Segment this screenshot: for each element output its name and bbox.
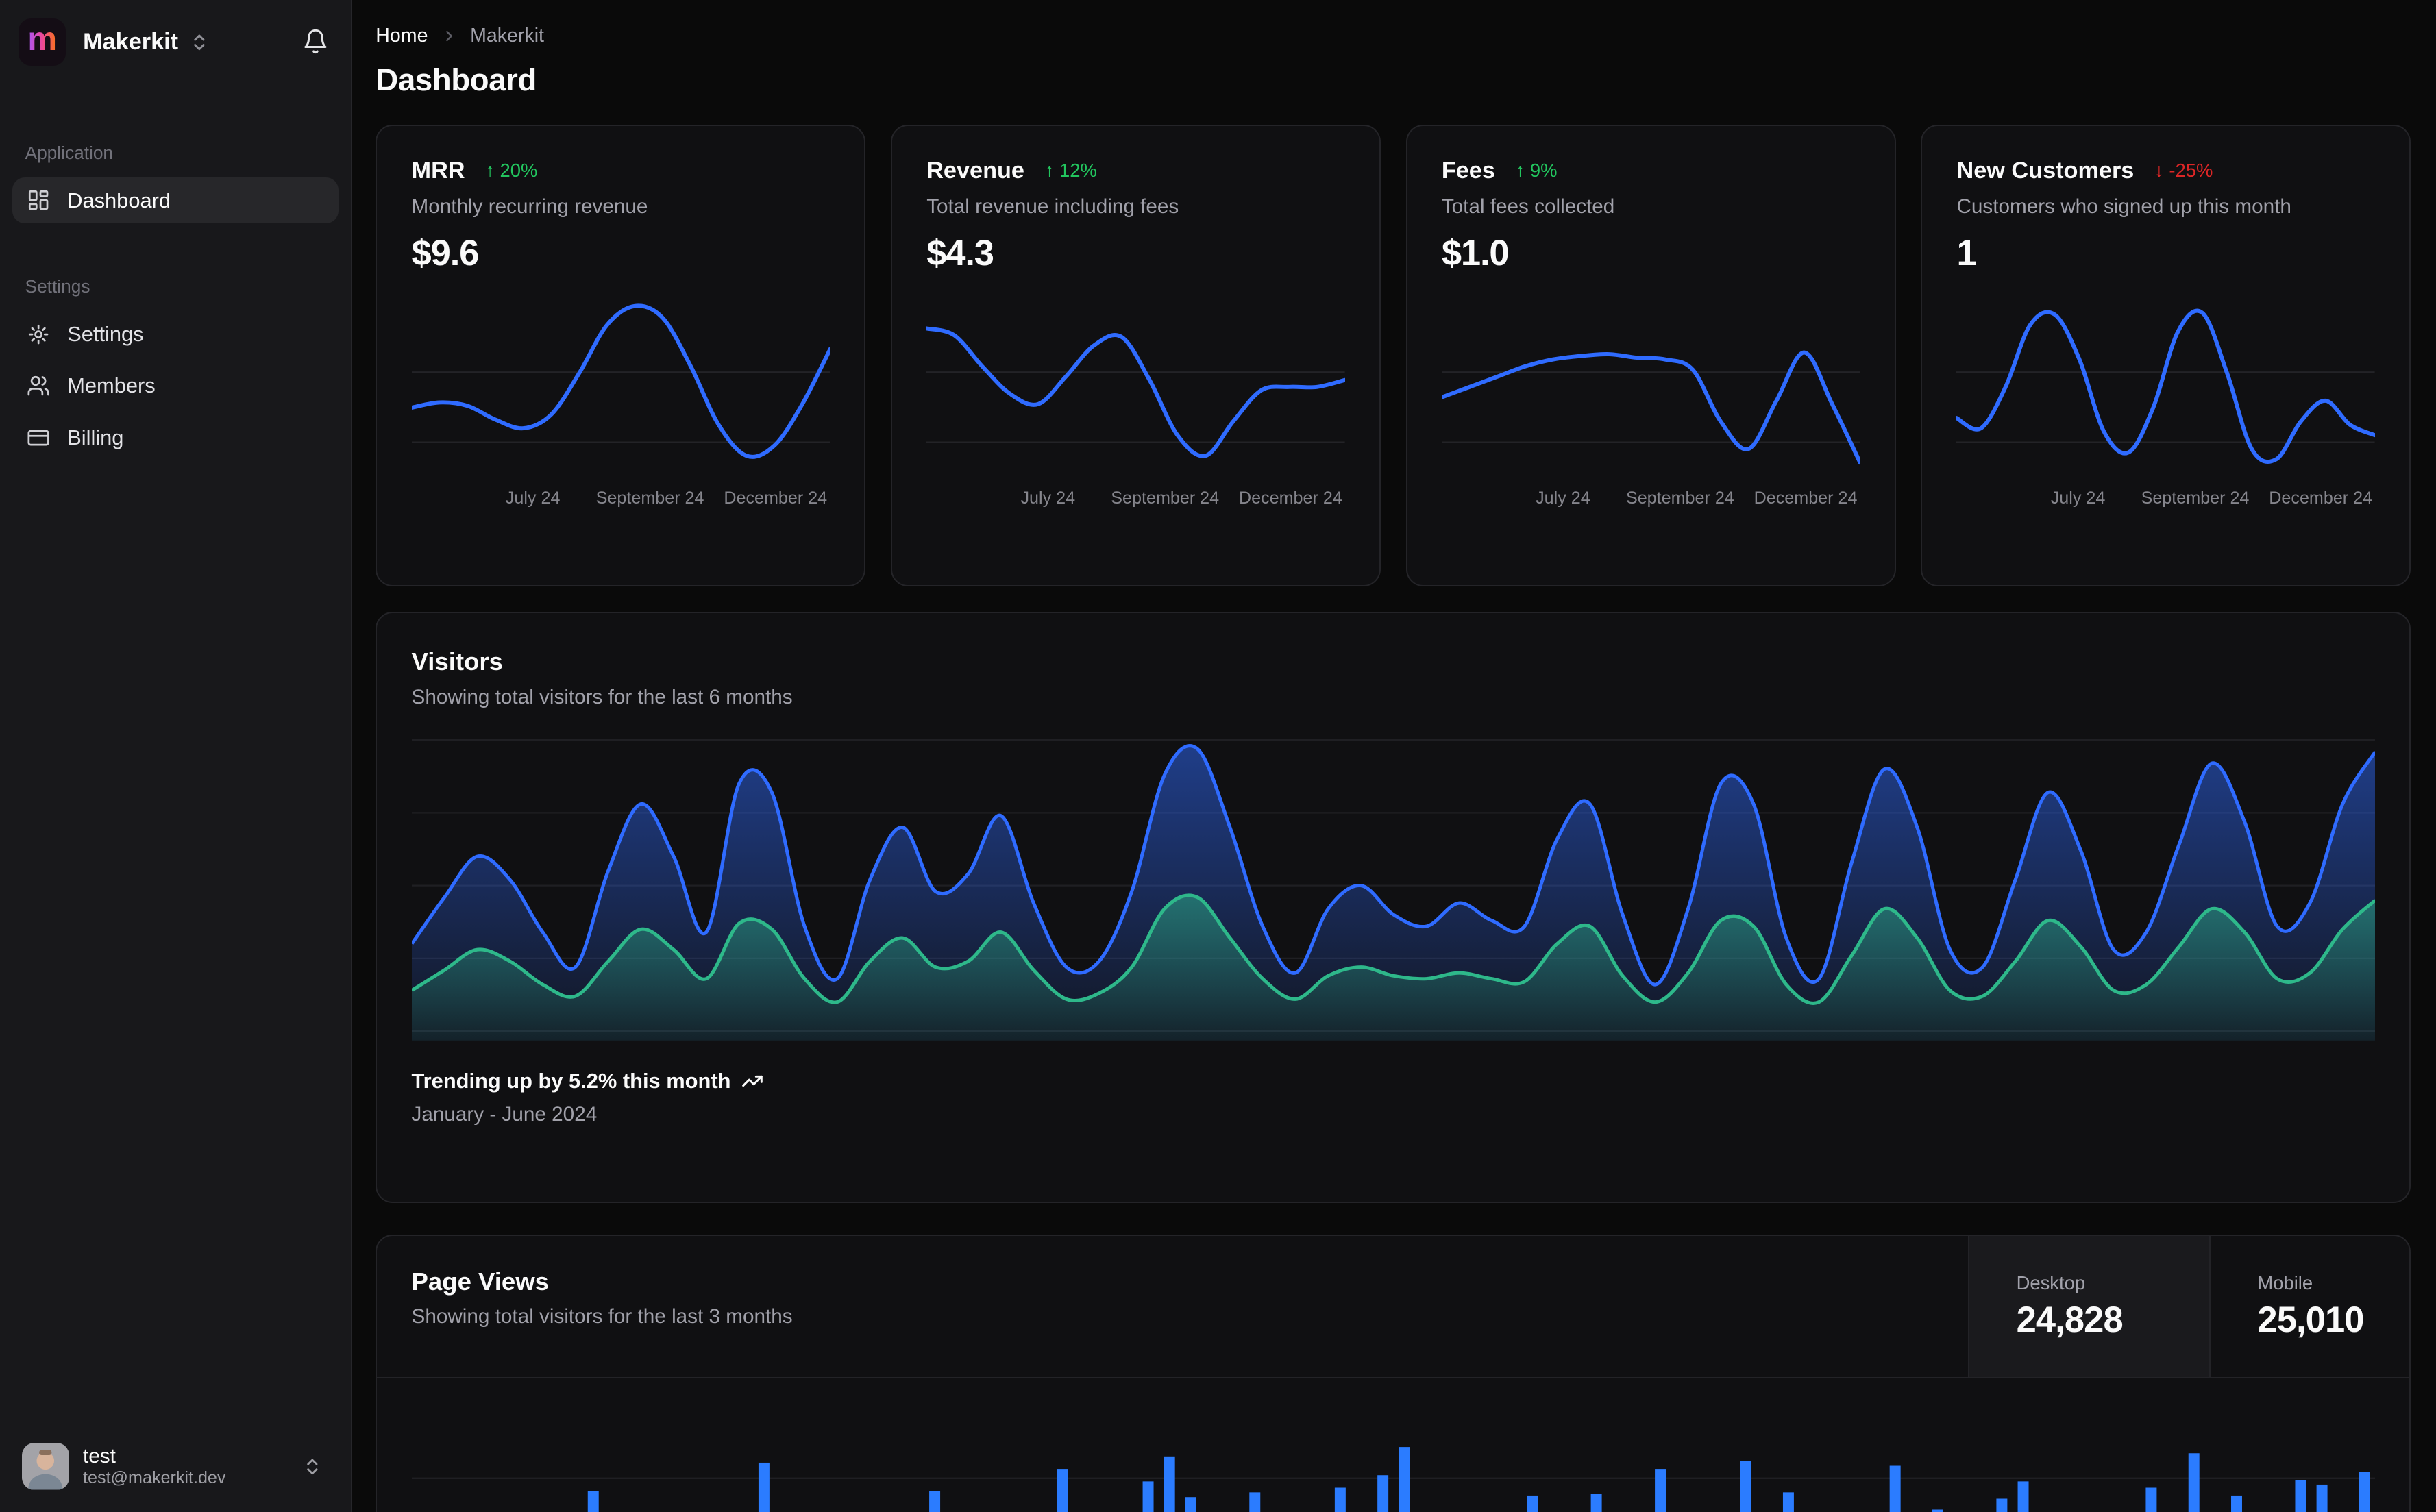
x-tick: December 24 <box>1238 488 1342 508</box>
sidebar-item-label: Billing <box>67 425 124 449</box>
app-root: m Makerkit Application Dashboard Setting… <box>0 0 2436 1512</box>
toggle-mobile-label: Mobile <box>2257 1272 2313 1293</box>
page-views-toggles: Desktop 24,828 Mobile 25,010 <box>1968 1235 2409 1377</box>
toggle-desktop-value: 24,828 <box>2016 1299 2124 1340</box>
customers-sparkline <box>1956 308 2376 464</box>
stat-subtitle: Total revenue including fees <box>926 195 1179 218</box>
x-tick: December 24 <box>2269 488 2373 508</box>
toggle-mobile-value: 25,010 <box>2257 1299 2364 1340</box>
stat-cards-row: MRR ↑ 20% Monthly recurring revenue $9.6… <box>376 125 2411 587</box>
chevrons-up-down-icon <box>194 34 205 51</box>
dashboard-icon <box>28 190 49 210</box>
sparkline-chart: July 24 September 24 December 24 <box>411 295 831 514</box>
breadcrumb: Home Makerkit <box>376 23 2411 49</box>
revenue-sparkline <box>926 326 1345 458</box>
sidebar-item-dashboard[interactable]: Dashboard <box>12 177 339 223</box>
user-menu[interactable]: test test@makerkit.dev <box>12 1434 339 1500</box>
breadcrumb-current: Makerkit <box>470 25 544 47</box>
bell-icon <box>304 29 327 54</box>
toggle-desktop[interactable]: Desktop 24,828 <box>1968 1235 2209 1377</box>
trend-badge: ↑ 12% <box>1044 160 1097 182</box>
workspace-row: m Makerkit <box>0 0 351 66</box>
user-email: test@makerkit.dev <box>83 1467 226 1487</box>
stat-card-new-customers: New Customers ↓ -25% Customers who signe… <box>1921 125 2411 587</box>
sidebar-item-label: Dashboard <box>67 188 171 212</box>
sparkline-chart: July 24 September 24 December 24 <box>1956 295 2376 514</box>
stat-subtitle: Customers who signed up this month <box>1956 195 2291 218</box>
toggle-mobile[interactable]: Mobile 25,010 <box>2209 1235 2409 1377</box>
mrr-sparkline <box>411 303 831 459</box>
sidebar-item-billing[interactable]: Billing <box>12 415 339 460</box>
workspace-selector[interactable]: Makerkit <box>83 29 210 55</box>
chevrons-up-down-icon <box>307 1459 318 1474</box>
x-tick: September 24 <box>1625 488 1734 508</box>
stat-value: $4.3 <box>926 233 994 274</box>
stat-title: Fees <box>1441 157 1495 184</box>
sidebar-item-label: Members <box>67 373 156 398</box>
page-views-bar-chart <box>411 1447 2375 1512</box>
stat-value: $9.6 <box>411 233 480 274</box>
users-icon <box>27 376 49 396</box>
visitors-trend-text: Trending up by 5.2% this month <box>411 1069 731 1093</box>
trend-badge: ↑ 9% <box>1515 160 1558 182</box>
stat-subtitle: Monthly recurring revenue <box>411 195 648 218</box>
stat-subtitle: Total fees collected <box>1441 195 1615 218</box>
sidebar-item-members[interactable]: Members <box>12 363 339 408</box>
x-tick: December 24 <box>724 488 828 508</box>
logo-letter: m <box>27 21 57 58</box>
notifications-button[interactable] <box>302 28 329 55</box>
page-title: Dashboard <box>376 62 537 98</box>
visitors-card: Visitors Showing total visitors for the … <box>376 611 2411 1204</box>
x-tick: September 24 <box>595 488 704 508</box>
toggle-desktop-label: Desktop <box>2016 1272 2086 1293</box>
makerkit-logo[interactable]: m <box>19 18 66 66</box>
sparkline-chart: July 24 September 24 December 24 <box>926 295 1345 514</box>
x-tick: December 24 <box>1754 488 1858 508</box>
sidebar-item-label: Settings <box>67 322 144 347</box>
visitors-area-chart <box>411 739 2376 1041</box>
stat-title: New Customers <box>1956 157 2134 184</box>
x-tick: July 24 <box>1536 488 1590 508</box>
x-tick: September 24 <box>1111 488 1220 508</box>
visitors-subtitle: Showing total visitors for the last 6 mo… <box>411 685 793 708</box>
trending-up-icon <box>742 1075 763 1087</box>
sidebar: m Makerkit Application Dashboard Setting… <box>0 0 353 1512</box>
x-tick: July 24 <box>2050 488 2106 508</box>
fees-sparkline <box>1441 350 1860 465</box>
page-views-card: Page Views Showing total visitors for th… <box>376 1234 2411 1512</box>
stat-title: Revenue <box>926 157 1024 184</box>
section-label-application: Application <box>25 142 114 163</box>
visitors-title: Visitors <box>411 647 503 676</box>
x-tick: July 24 <box>505 488 561 508</box>
stat-card-revenue: Revenue ↑ 12% Total revenue including fe… <box>890 125 1381 587</box>
trend-badge: ↓ -25% <box>2154 160 2213 182</box>
stat-value: 1 <box>1956 233 1976 274</box>
stat-card-fees: Fees ↑ 9% Total fees collected $1.0 July… <box>1405 125 1896 587</box>
visitors-range-text: January - June 2024 <box>411 1102 598 1126</box>
stat-title: MRR <box>411 157 465 184</box>
stat-card-mrr: MRR ↑ 20% Monthly recurring revenue $9.6… <box>376 125 866 587</box>
gear-icon <box>28 324 49 345</box>
user-name: test <box>83 1444 116 1467</box>
workspace-name: Makerkit <box>83 29 179 55</box>
avatar <box>21 1443 69 1490</box>
stat-value: $1.0 <box>1441 233 1510 274</box>
sparkline-chart: July 24 September 24 December 24 <box>1441 295 1860 514</box>
x-tick: September 24 <box>2141 488 2250 508</box>
user-meta: test test@makerkit.dev <box>83 1445 288 1489</box>
breadcrumb-home[interactable]: Home <box>376 25 428 47</box>
x-tick: July 24 <box>1020 488 1076 508</box>
sidebar-item-settings[interactable]: Settings <box>12 312 339 357</box>
main-content: Home Makerkit Dashboard MRR ↑ 20% Monthl… <box>352 0 2436 1512</box>
chevron-right-icon <box>445 30 452 42</box>
credit-card-icon <box>27 430 49 446</box>
section-label-settings: Settings <box>25 276 90 297</box>
trend-badge: ↑ 20% <box>485 160 538 182</box>
